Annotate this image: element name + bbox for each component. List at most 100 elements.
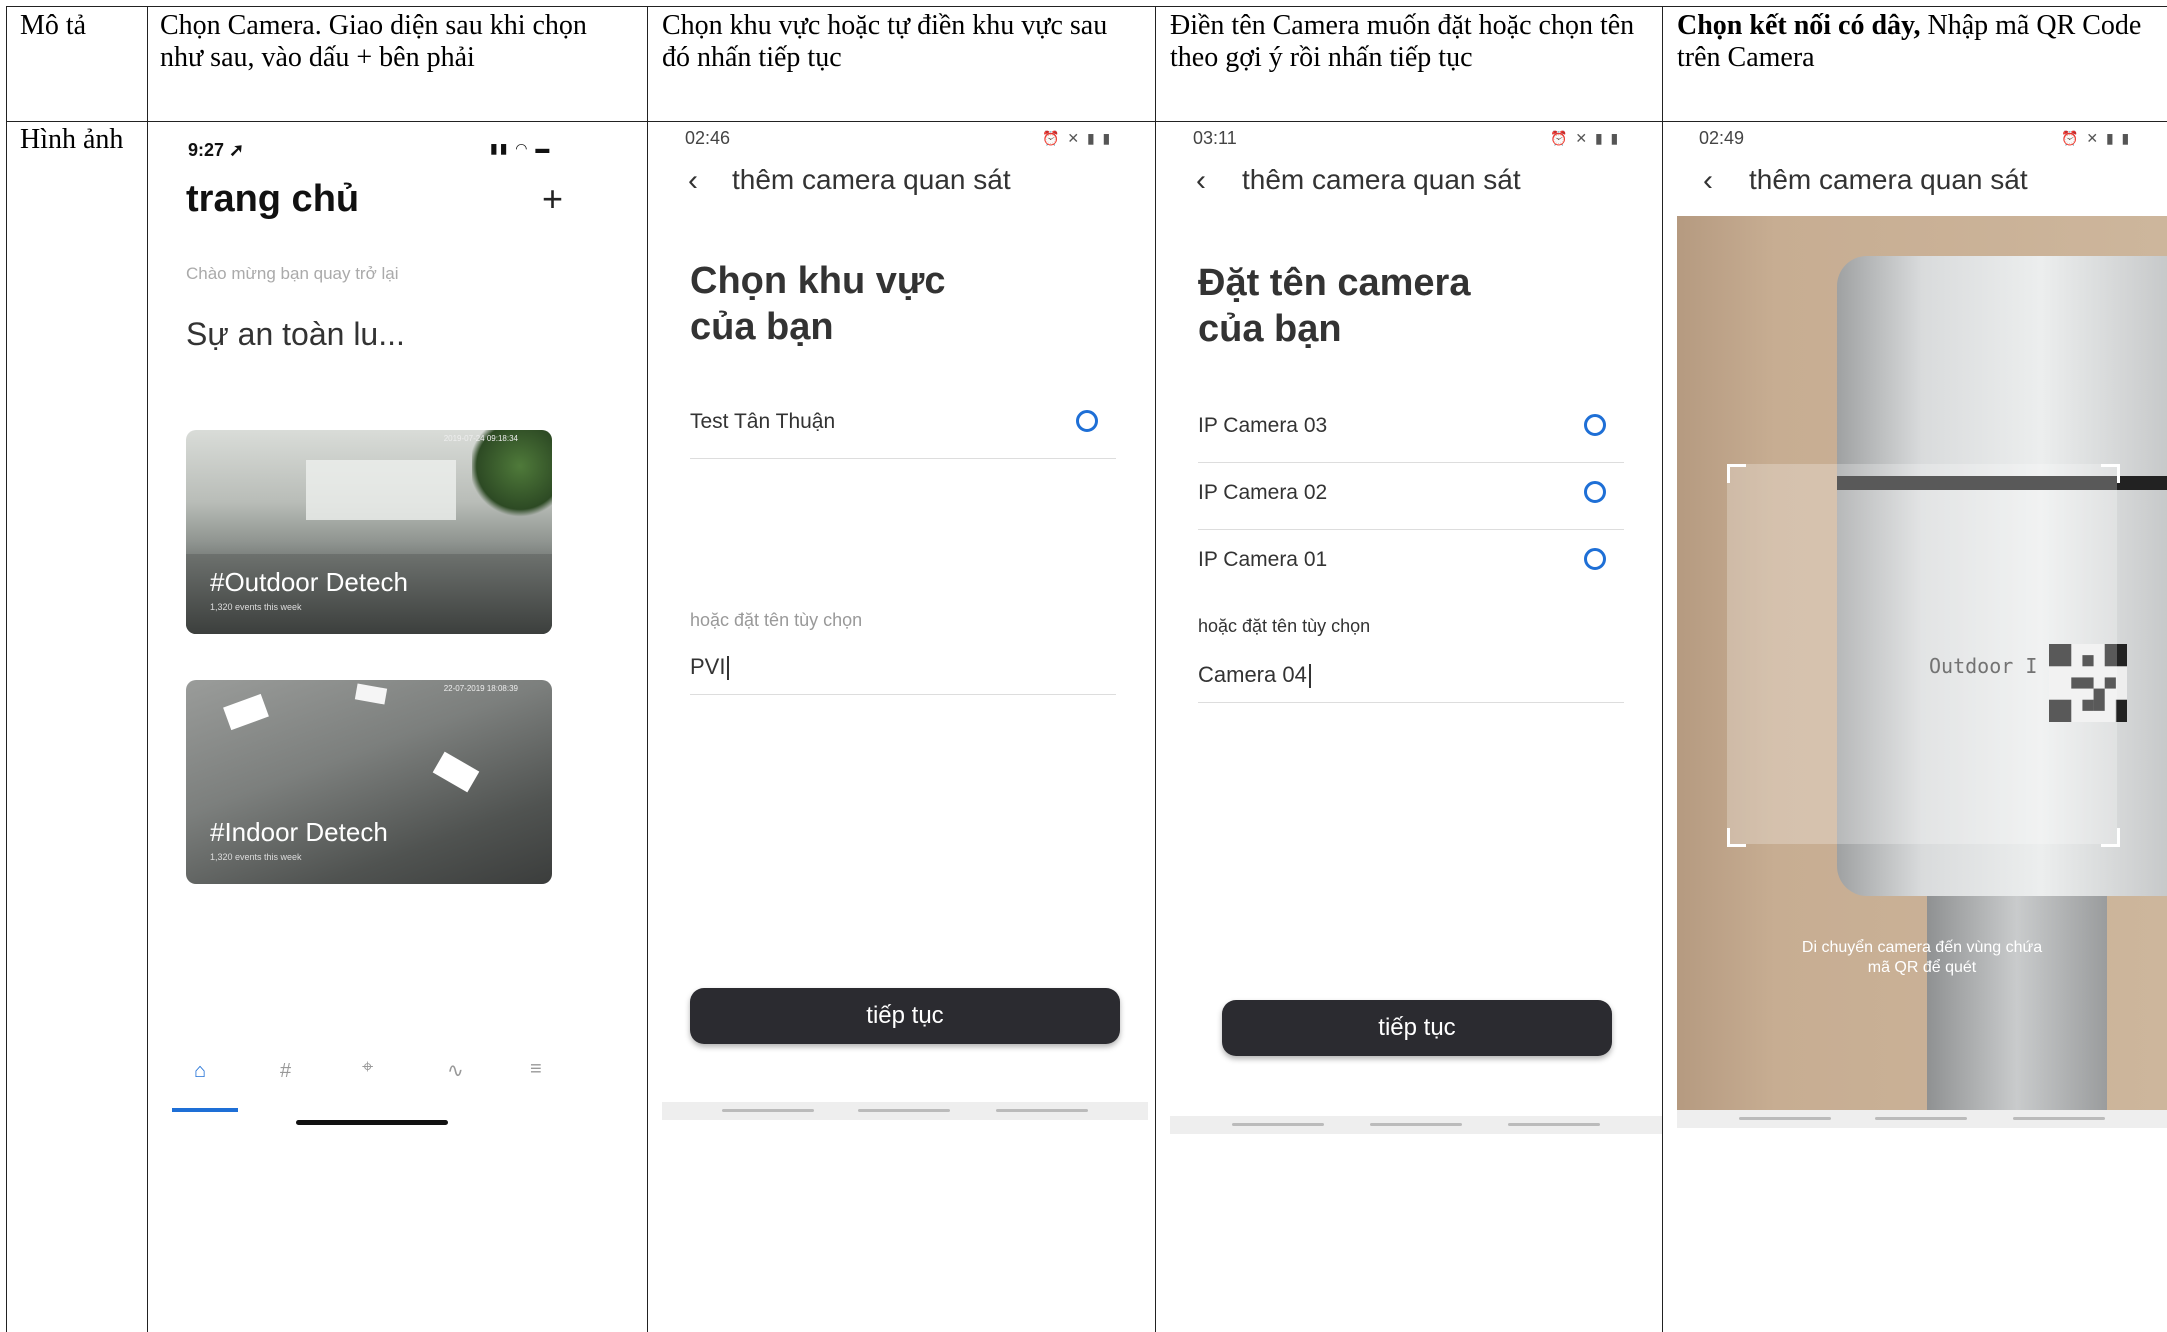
status-time: 02:49 bbox=[1699, 128, 1745, 148]
column4-description-bold: Chọn kết nối có dây, bbox=[1677, 10, 1921, 41]
camera-card-events: 1,320 events this week bbox=[210, 852, 302, 862]
nav-bar-segment bbox=[996, 1109, 1088, 1112]
nav-title: thêm camera quan sát bbox=[732, 164, 1011, 195]
scan-corner-br bbox=[2101, 828, 2120, 847]
back-icon[interactable]: ‹ bbox=[1196, 164, 1206, 198]
active-tab-indicator bbox=[172, 1108, 238, 1112]
scan-corner-bl bbox=[1727, 828, 1746, 847]
radio-icon[interactable] bbox=[1076, 410, 1098, 432]
row-label-description: Mô tả bbox=[20, 10, 87, 41]
tagline: Sự an toàn lu... bbox=[186, 316, 405, 352]
camera-card-name: #Indoor Detech bbox=[210, 817, 388, 847]
radio-icon[interactable] bbox=[1584, 414, 1606, 436]
input-text: PVI bbox=[690, 654, 726, 679]
back-icon[interactable]: ‹ bbox=[688, 164, 698, 198]
status-time: 03:11 bbox=[1193, 128, 1237, 148]
back-icon[interactable]: ‹ bbox=[1703, 164, 1713, 198]
heading-line-1: Chọn khu vực bbox=[690, 260, 946, 302]
column3-description: Điền tên Camera muốn đặt hoặc chọn tên t… bbox=[1170, 10, 1635, 73]
page-title: trang chủ bbox=[186, 178, 360, 220]
scan-corner-tl bbox=[1727, 464, 1746, 483]
camera-name-label: IP Camera 03 bbox=[1198, 414, 1328, 437]
table-border-left bbox=[6, 6, 7, 1332]
table-border-col2 bbox=[647, 6, 648, 1332]
heading-line-1: Đặt tên camera bbox=[1198, 262, 1471, 304]
scan-corner-tr bbox=[2101, 464, 2120, 483]
row-label-images: Hình ảnh bbox=[20, 124, 124, 155]
status-time: 9:27 ➚ bbox=[188, 140, 245, 160]
status-icons: ⏰ ✕ ▮ ▮ bbox=[1042, 130, 1113, 146]
camera-name-option[interactable]: IP Camera 03 bbox=[1198, 396, 1624, 463]
camera-viewfinder[interactable]: Outdoor I Di chuyển camera đến vùng chứa… bbox=[1677, 216, 2167, 1110]
status-icons: ⏰ ✕ ▮ ▮ bbox=[1550, 130, 1621, 146]
custom-area-input[interactable]: PVI bbox=[690, 644, 1116, 695]
column4-description: Chọn kết nối có dây, Nhập mã QR Code trê… bbox=[1677, 10, 2157, 74]
text-cursor bbox=[1308, 664, 1311, 689]
custom-name-value: Camera 04 bbox=[1198, 662, 1311, 689]
card-plant bbox=[472, 430, 552, 520]
heading: Chọn khu vực của bạn bbox=[690, 258, 946, 350]
camera-mount bbox=[1927, 896, 2107, 1110]
welcome-text: Chào mừng bạn quay trở lại bbox=[186, 264, 399, 283]
system-nav-bar bbox=[1677, 1110, 2167, 1128]
camera-card-events: 1,320 events this week bbox=[210, 602, 302, 612]
nav-bar-segment bbox=[858, 1109, 950, 1112]
camera-name-label: IP Camera 02 bbox=[1198, 481, 1328, 504]
area-option-label: Test Tân Thuận bbox=[690, 410, 836, 433]
activity-icon[interactable]: ∿ bbox=[447, 1058, 464, 1083]
scan-instruction: Di chuyển camera đến vùng chứa mã QR để … bbox=[1801, 939, 2043, 976]
column2-description: Chọn khu vực hoặc tự điền khu vực sau đó… bbox=[662, 10, 1108, 73]
continue-button[interactable]: tiếp tục bbox=[690, 988, 1120, 1044]
custom-name-hint: hoặc đặt tên tùy chọn bbox=[1198, 616, 1371, 636]
radio-icon[interactable] bbox=[1584, 481, 1606, 503]
card-window bbox=[306, 460, 456, 520]
camera-name-label: IP Camera 01 bbox=[1198, 548, 1328, 571]
table-border-top bbox=[6, 6, 2167, 7]
nav-bar-segment bbox=[1508, 1123, 1600, 1126]
custom-name-input[interactable]: Camera 04 bbox=[1198, 652, 1624, 703]
system-nav-bar bbox=[662, 1102, 1148, 1120]
continue-button[interactable]: tiếp tục bbox=[1222, 1000, 1612, 1056]
camera-card-name: #Outdoor Detech bbox=[210, 567, 409, 597]
custom-area-hint: hoặc đặt tên tùy chọn bbox=[690, 610, 863, 630]
camera-card-outdoor[interactable]: 2019-07-24 09:18:34 #Outdoor Detech 1,32… bbox=[186, 430, 552, 634]
nav-bar-segment bbox=[1739, 1117, 1831, 1120]
status-icons: ▮▮ ◠ ▬ bbox=[490, 140, 552, 156]
nav-bar-segment bbox=[1232, 1123, 1324, 1126]
name-camera-screen: 03:11 ⏰ ✕ ▮ ▮ ‹ thêm camera quan sát Đặt… bbox=[1170, 122, 1662, 1138]
nav-bar-segment bbox=[722, 1109, 814, 1112]
table-border-col1 bbox=[147, 6, 148, 1332]
status-time: 02:46 bbox=[685, 128, 731, 148]
nav-title: thêm camera quan sát bbox=[1242, 164, 1521, 195]
area-option[interactable]: Test Tân Thuận bbox=[690, 392, 1116, 459]
status-icons: ⏰ ✕ ▮ ▮ bbox=[2061, 130, 2132, 146]
nav-bar-segment bbox=[1370, 1123, 1462, 1126]
card-light-2 bbox=[432, 751, 480, 793]
text-cursor bbox=[727, 656, 730, 681]
target-icon[interactable]: ⌖ bbox=[362, 1056, 373, 1079]
home-indicator bbox=[296, 1120, 448, 1125]
camera-name-option[interactable]: IP Camera 01 bbox=[1198, 530, 1624, 596]
heading-line-2: của bạn bbox=[1198, 308, 1342, 350]
menu-icon[interactable]: ≡ bbox=[530, 1058, 542, 1081]
card-timestamp: 22-07-2019 18:08:39 bbox=[443, 684, 518, 693]
nav-title: thêm camera quan sát bbox=[1749, 164, 2028, 195]
document-page: Mô tả Chọn Camera. Giao diện sau khi chọ… bbox=[0, 0, 2167, 1332]
camera-name-option[interactable]: IP Camera 02 bbox=[1198, 463, 1624, 530]
qr-scan-screen: 02:49 ⏰ ✕ ▮ ▮ ‹ thêm camera quan sát Out… bbox=[1677, 122, 2167, 1132]
card-light-3 bbox=[354, 683, 388, 705]
column1-description: Chọn Camera. Giao diện sau khi chọn như … bbox=[160, 10, 587, 73]
add-camera-button[interactable]: + bbox=[542, 178, 563, 220]
heading: Đặt tên camera của bạn bbox=[1198, 260, 1470, 352]
card-timestamp: 2019-07-24 09:18:34 bbox=[443, 434, 518, 443]
table-border-col3 bbox=[1155, 6, 1156, 1332]
system-nav-bar bbox=[1170, 1116, 1662, 1134]
choose-area-screen: 02:46 ⏰ ✕ ▮ ▮ ‹ thêm camera quan sát Chọ… bbox=[662, 122, 1148, 1122]
hash-icon[interactable]: # bbox=[280, 1060, 291, 1083]
custom-area-value: PVI bbox=[690, 654, 730, 681]
nav-bar-segment bbox=[2013, 1117, 2105, 1120]
radio-icon[interactable] bbox=[1584, 548, 1606, 570]
camera-card-indoor[interactable]: 22-07-2019 18:08:39 #Indoor Detech 1,320… bbox=[186, 680, 552, 884]
input-text: Camera 04 bbox=[1198, 662, 1307, 687]
home-icon[interactable]: ⌂ bbox=[194, 1060, 206, 1083]
